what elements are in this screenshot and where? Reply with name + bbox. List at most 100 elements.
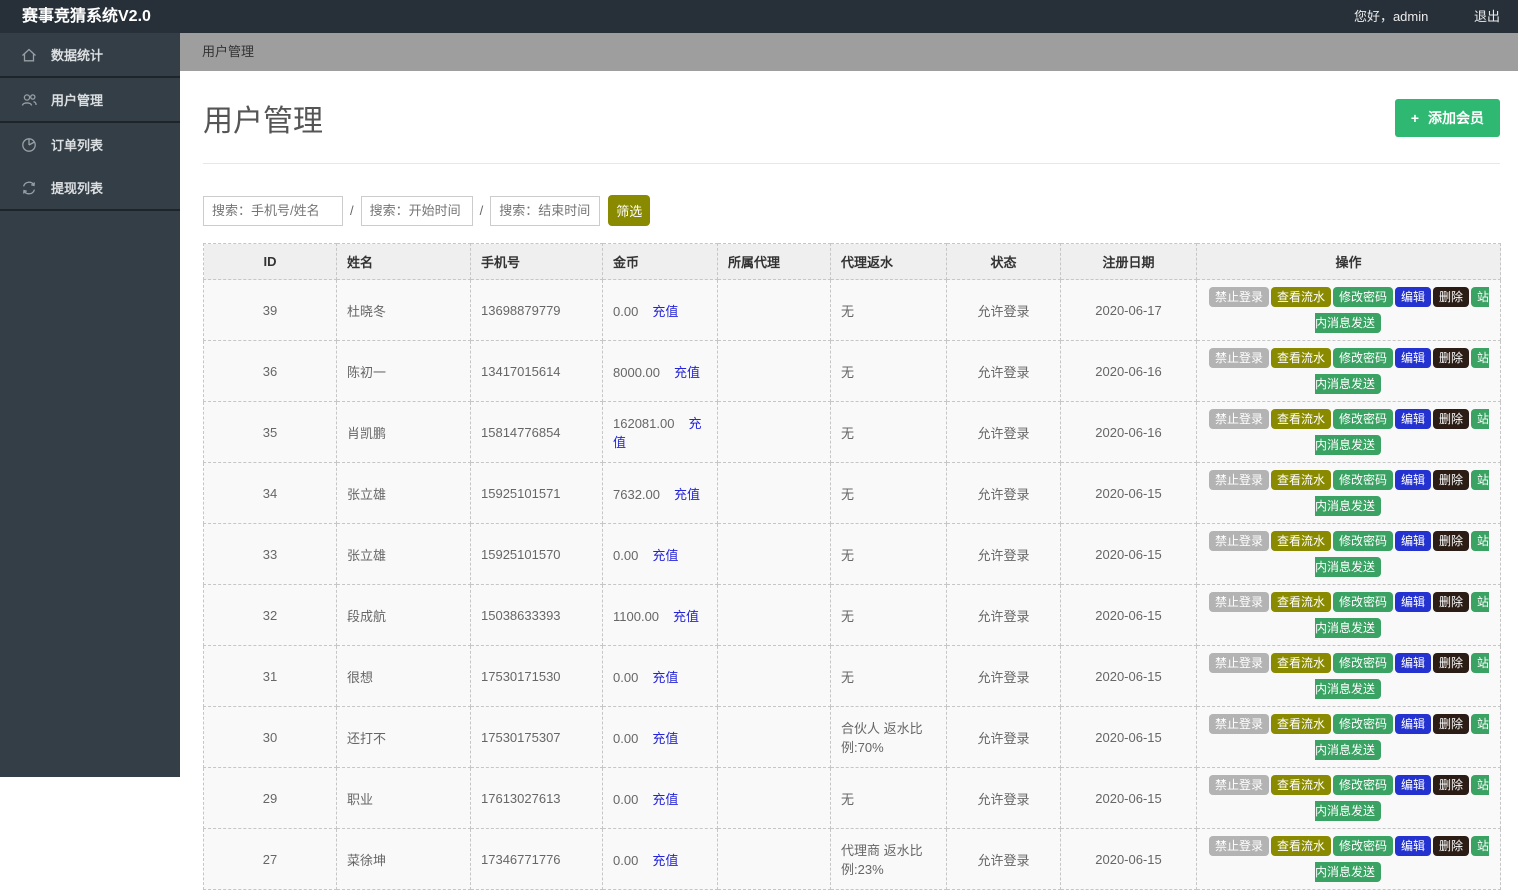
action-change-password-button[interactable]: 修改密码 [1332, 592, 1393, 612]
action-view-flow-button[interactable]: 查看流水 [1270, 775, 1331, 795]
table-row: 30 还打不 17530175307 0.00 充值 合伙人 返水比例:70% 允… [203, 706, 1501, 768]
action-delete-button[interactable]: 删除 [1433, 836, 1470, 856]
action-change-password-button[interactable]: 修改密码 [1332, 653, 1393, 673]
action-view-flow-button[interactable]: 查看流水 [1270, 531, 1331, 551]
action-view-flow-button[interactable]: 查看流水 [1270, 348, 1331, 368]
action-delete-button[interactable]: 删除 [1433, 775, 1470, 795]
cell-agent [717, 401, 831, 463]
action-edit-button[interactable]: 编辑 [1395, 653, 1432, 673]
action-delete-button[interactable]: 删除 [1433, 531, 1470, 551]
action-ban-login-button[interactable]: 禁止登录 [1208, 714, 1269, 734]
action-change-password-button[interactable]: 修改密码 [1332, 470, 1393, 490]
cell-date: 2020-06-15 [1060, 645, 1197, 707]
recharge-link[interactable]: 充值 [652, 670, 678, 685]
logout-link[interactable]: 退出 [1474, 9, 1500, 24]
action-change-password-button[interactable]: 修改密码 [1332, 287, 1393, 307]
plus-icon: + [1410, 110, 1419, 126]
cell-name: 很想 [336, 645, 471, 707]
action-ban-login-button[interactable]: 禁止登录 [1208, 470, 1269, 490]
search-phone-name-input[interactable] [203, 195, 343, 226]
action-change-password-button[interactable]: 修改密码 [1332, 714, 1393, 734]
action-edit-button[interactable]: 编辑 [1395, 836, 1432, 856]
action-edit-button[interactable]: 编辑 [1395, 409, 1432, 429]
recharge-link[interactable]: 充值 [674, 487, 700, 502]
search-start-time-input[interactable] [360, 195, 473, 226]
title-divider [203, 163, 1500, 164]
search-end-time-input[interactable] [490, 195, 601, 226]
action-view-flow-button[interactable]: 查看流水 [1270, 287, 1331, 307]
action-edit-button[interactable]: 编辑 [1395, 592, 1432, 612]
action-edit-button[interactable]: 编辑 [1395, 470, 1432, 490]
action-ban-login-button[interactable]: 禁止登录 [1208, 287, 1269, 307]
action-edit-button[interactable]: 编辑 [1395, 348, 1432, 368]
cell-actions: 禁止登录 查看流水 修改密码 编辑 删除 站内消息发送 [1196, 523, 1501, 585]
action-view-flow-button[interactable]: 查看流水 [1270, 714, 1331, 734]
action-delete-button[interactable]: 删除 [1433, 287, 1470, 307]
action-delete-button[interactable]: 删除 [1433, 348, 1470, 368]
action-ban-login-button[interactable]: 禁止登录 [1208, 409, 1269, 429]
cell-agent [717, 462, 831, 524]
recharge-link[interactable]: 充值 [652, 731, 678, 746]
table-row: 35 肖凯鹏 15814776854 162081.00 充值 无 允许登录 20… [203, 401, 1501, 463]
action-delete-button[interactable]: 删除 [1433, 592, 1470, 612]
cell-id: 27 [203, 828, 337, 890]
cell-date: 2020-06-17 [1060, 279, 1197, 341]
action-delete-button[interactable]: 删除 [1433, 714, 1470, 734]
table-row: 34 张立雄 15925101571 7632.00 充值 无 允许登录 2020… [203, 462, 1501, 524]
filter-button[interactable]: 筛选 [608, 195, 651, 226]
action-edit-button[interactable]: 编辑 [1395, 287, 1432, 307]
column-header: 状态 [946, 243, 1061, 280]
cell-actions: 禁止登录 查看流水 修改密码 编辑 删除 站内消息发送 [1196, 279, 1501, 341]
action-delete-button[interactable]: 删除 [1433, 409, 1470, 429]
action-change-password-button[interactable]: 修改密码 [1332, 409, 1393, 429]
sidebar-item-pie-chart[interactable]: 订单列表 [0, 123, 180, 166]
action-edit-button[interactable]: 编辑 [1395, 531, 1432, 551]
column-header: ID [203, 243, 337, 280]
action-ban-login-button[interactable]: 禁止登录 [1208, 775, 1269, 795]
cell-date: 2020-06-16 [1060, 401, 1197, 463]
cell-actions: 禁止登录 查看流水 修改密码 编辑 删除 站内消息发送 [1196, 462, 1501, 524]
sidebar-item-refresh[interactable]: 提现列表 [0, 166, 180, 211]
action-view-flow-button[interactable]: 查看流水 [1270, 409, 1331, 429]
action-change-password-button[interactable]: 修改密码 [1332, 775, 1393, 795]
cell-coins: 0.00 充值 [602, 706, 718, 768]
cell-actions: 禁止登录 查看流水 修改密码 编辑 删除 站内消息发送 [1196, 401, 1501, 463]
action-change-password-button[interactable]: 修改密码 [1332, 348, 1393, 368]
action-edit-button[interactable]: 编辑 [1395, 775, 1432, 795]
action-edit-button[interactable]: 编辑 [1395, 714, 1432, 734]
action-delete-button[interactable]: 删除 [1433, 470, 1470, 490]
action-view-flow-button[interactable]: 查看流水 [1270, 836, 1331, 856]
action-view-flow-button[interactable]: 查看流水 [1270, 653, 1331, 673]
cell-status: 允许登录 [946, 523, 1061, 585]
action-ban-login-button[interactable]: 禁止登录 [1208, 531, 1269, 551]
add-member-button[interactable]: + 添加会员 [1394, 99, 1500, 137]
recharge-link[interactable]: 充值 [652, 792, 678, 807]
action-view-flow-button[interactable]: 查看流水 [1270, 470, 1331, 490]
action-ban-login-button[interactable]: 禁止登录 [1208, 653, 1269, 673]
sidebar-item-users[interactable]: 用户管理 [0, 78, 180, 123]
action-ban-login-button[interactable]: 禁止登录 [1208, 836, 1269, 856]
column-header: 操作 [1196, 243, 1501, 280]
pie-chart-icon [20, 136, 38, 154]
action-delete-button[interactable]: 删除 [1433, 653, 1470, 673]
recharge-link[interactable]: 充值 [652, 853, 678, 868]
cell-id: 39 [203, 279, 337, 341]
cell-coins: 162081.00 充值 [602, 401, 718, 463]
cell-phone: 15925101571 [470, 462, 603, 524]
action-ban-login-button[interactable]: 禁止登录 [1208, 348, 1269, 368]
recharge-link[interactable]: 充值 [673, 609, 699, 624]
action-ban-login-button[interactable]: 禁止登录 [1208, 592, 1269, 612]
sidebar-item-home[interactable]: 数据统计 [0, 33, 180, 78]
sidebar-item-label: 订单列表 [51, 138, 104, 153]
cell-rebate: 无 [830, 340, 947, 402]
action-change-password-button[interactable]: 修改密码 [1332, 836, 1393, 856]
cell-actions: 禁止登录 查看流水 修改密码 编辑 删除 站内消息发送 [1196, 706, 1501, 768]
recharge-link[interactable]: 充值 [652, 304, 678, 319]
recharge-link[interactable]: 充值 [674, 365, 700, 380]
action-view-flow-button[interactable]: 查看流水 [1270, 592, 1331, 612]
table-header-row: ID 姓名 手机号 金币 所属代理 代理返水 状态 注册日期 操作 [203, 243, 1501, 280]
cell-phone: 13698879779 [470, 279, 603, 341]
sidebar-item-label: 提现列表 [51, 181, 104, 196]
recharge-link[interactable]: 充值 [652, 548, 678, 563]
action-change-password-button[interactable]: 修改密码 [1332, 531, 1393, 551]
